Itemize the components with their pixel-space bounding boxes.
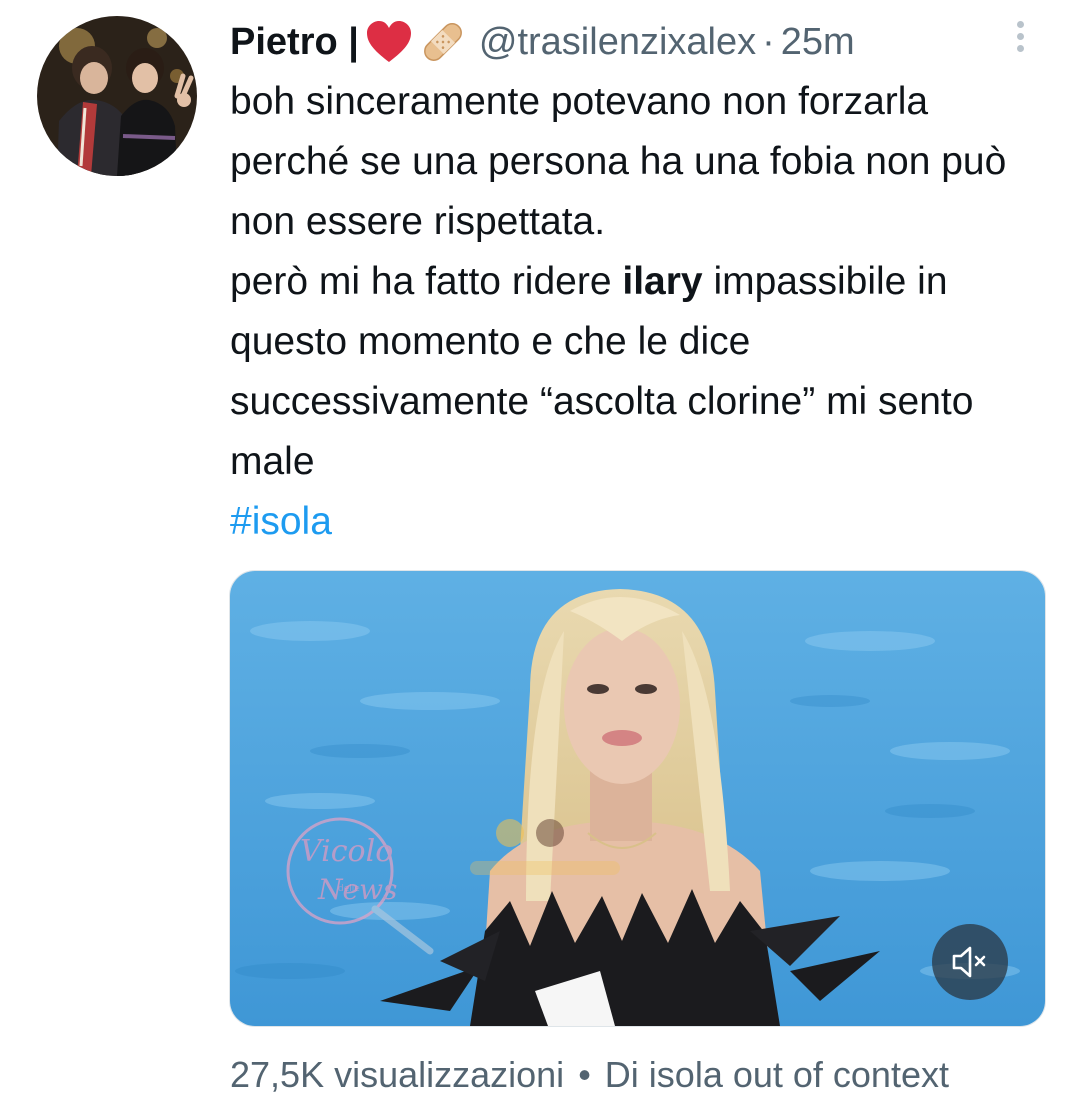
bold-mention: ilary [622, 260, 703, 303]
heart-emoji-icon [365, 20, 413, 64]
footer-bullet: • [578, 1054, 591, 1095]
tweet-text: boh sinceramente potevano non forzarla p… [230, 72, 1050, 552]
svg-text:delle: delle [338, 884, 360, 894]
hashtag-link[interactable]: #isola [230, 500, 332, 543]
tweet-footer: 27,5K visualizzazioni • Di isola out of … [230, 1050, 949, 1100]
tweet-header: Pietro | @trasilenzixalex · 25m [230, 14, 855, 70]
avatar[interactable] [37, 16, 197, 176]
more-dot [1016, 20, 1024, 28]
tweet: Pietro | @trasilenzixalex · 25m boh sinc… [0, 0, 1080, 1107]
view-count: 27,5K visualizzazioni [230, 1054, 565, 1095]
volume-muted-icon[interactable] [932, 924, 1008, 1000]
watermark-text: Vicolo [300, 834, 393, 869]
more-options-icon[interactable] [1008, 16, 1032, 56]
bandage-emoji-icon [419, 18, 467, 66]
tweet-time[interactable]: 25m [781, 14, 855, 70]
more-dot [1016, 32, 1024, 40]
more-dot [1016, 44, 1024, 52]
tweet-paragraph-1: boh sinceramente potevano non forzarla p… [230, 80, 1007, 243]
header-separator: · [762, 21, 775, 63]
media-source-link[interactable]: Di isola out of context [605, 1050, 949, 1100]
author-handle[interactable]: @trasilenzixalex [479, 14, 756, 70]
hashtag-line: #isola [230, 492, 1050, 552]
tweet-text-segment: però mi ha fatto ridere [230, 260, 623, 303]
tweet-paragraph-2: però mi ha fatto ridere ilary impassibil… [230, 252, 1050, 492]
author-name[interactable]: Pietro | [230, 14, 359, 70]
video-media[interactable]: Vicolo News delle [229, 570, 1046, 1027]
